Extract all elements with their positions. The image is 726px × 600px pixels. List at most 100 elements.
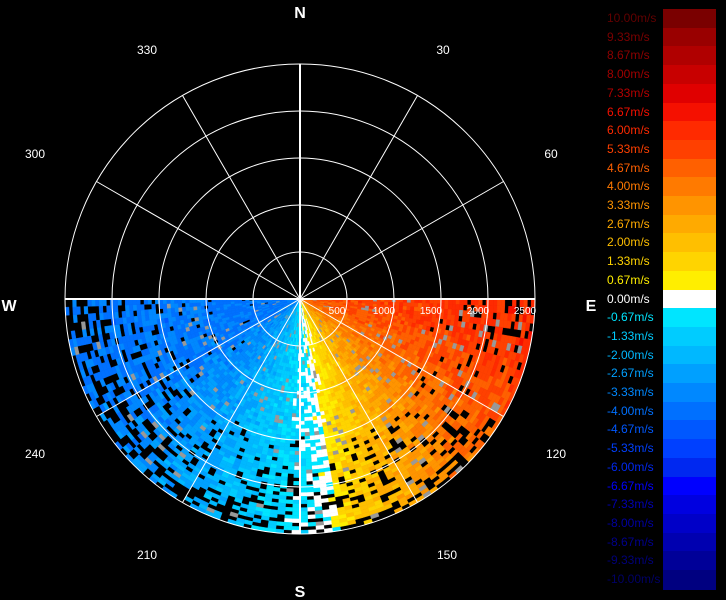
- velocity-cell: [395, 302, 400, 307]
- velocity-cell: [414, 302, 419, 308]
- velocity-cell: [283, 453, 290, 459]
- velocity-cell: [310, 450, 317, 455]
- velocity-cell: [308, 420, 314, 425]
- velocity-cell: [290, 428, 296, 433]
- velocity-cell: [299, 499, 308, 505]
- velocity-cell: [188, 302, 194, 307]
- velocity-cell: [76, 306, 81, 315]
- velocity-cell: [306, 476, 313, 482]
- velocity-cell: [241, 300, 246, 304]
- velocity-cell: [185, 302, 190, 308]
- velocity-cell: [291, 413, 297, 418]
- velocity-cell: [506, 320, 512, 329]
- velocity-cell: [326, 489, 335, 495]
- velocity-cell: [273, 479, 282, 485]
- velocity-cell: [89, 350, 97, 359]
- velocity-cell: [284, 518, 293, 523]
- velocity-cell: [208, 308, 213, 313]
- polar-velocity-plot: NSW E3060120150210240300330500 1000 1500 200…: [1, 5, 596, 600]
- velocity-cell: [132, 304, 138, 311]
- velocity-cell: [283, 525, 293, 531]
- velocity-cell: [136, 309, 142, 317]
- velocity-cell: [307, 506, 316, 512]
- velocity-cell: [413, 306, 419, 312]
- velocity-cell: [303, 416, 309, 422]
- velocity-cell: [134, 321, 140, 329]
- velocity-cell: [257, 495, 266, 502]
- velocity-cell: [288, 405, 293, 410]
- velocity-cell: [181, 306, 187, 312]
- velocity-cell: [196, 309, 202, 314]
- velocity-cell: [87, 313, 93, 322]
- velocity-cell: [302, 375, 306, 381]
- velocity-cell: [301, 360, 305, 365]
- velocity-cell: [292, 401, 297, 407]
- velocity-cell: [249, 300, 254, 303]
- velocity-cell: [302, 386, 307, 392]
- velocity-cell: [147, 309, 153, 316]
- velocity-cell: [307, 521, 317, 527]
- velocity-cell: [181, 310, 187, 316]
- velocity-cell: [304, 371, 309, 377]
- velocity-cell: [238, 510, 248, 517]
- velocity-cell: [306, 394, 311, 399]
- velocity-cell: [185, 306, 190, 312]
- velocity-cell: [303, 398, 308, 403]
- velocity-cell: [231, 504, 241, 511]
- velocity-cell: [226, 303, 232, 307]
- velocity-cell: [306, 503, 315, 508]
- velocity-cell: [313, 487, 321, 493]
- velocity-cell: [310, 453, 317, 459]
- velocity-cell: [70, 330, 77, 340]
- velocity-cell: [299, 511, 308, 516]
- velocity-cell: [287, 416, 292, 422]
- velocity-cell: [291, 526, 301, 531]
- velocity-cell: [200, 302, 205, 307]
- velocity-cell: [288, 401, 294, 407]
- velocity-cell: [283, 412, 289, 418]
- velocity-cell: [307, 514, 316, 520]
- velocity-cell: [447, 303, 453, 310]
- velocity-cell: [292, 496, 301, 501]
- velocity-cell: [99, 312, 104, 321]
- velocity-cell: [269, 512, 278, 518]
- velocity-cell: [189, 306, 194, 311]
- velocity-cell: [96, 326, 103, 335]
- velocity-cell: [218, 301, 224, 305]
- velocity-cell: [305, 473, 313, 478]
- velocity-cell: [307, 405, 312, 410]
- velocity-cell: [292, 499, 301, 505]
- velocity-cell: [310, 457, 318, 463]
- velocity-cell: [302, 383, 307, 388]
- velocity-cell: [208, 499, 218, 507]
- velocity-cell: [127, 421, 136, 431]
- velocity-cell: [77, 361, 84, 371]
- velocity-cell: [310, 401, 316, 406]
- velocity-cell: [133, 445, 143, 455]
- velocity-cell: [305, 375, 309, 380]
- velocity-cell: [299, 488, 307, 493]
- velocity-cell: [299, 518, 309, 523]
- velocity-cell: [291, 416, 297, 422]
- velocity-cell: [215, 304, 220, 309]
- velocity-cell: [284, 442, 291, 448]
- velocity-cell: [315, 525, 325, 530]
- velocity-cell: [164, 469, 174, 478]
- velocity-cell: [285, 427, 292, 433]
- velocity-cell: [282, 416, 288, 421]
- velocity-cell: [497, 326, 504, 335]
- velocity-cell: [303, 409, 309, 414]
- velocity-cell: [292, 405, 297, 411]
- velocity-cell: [288, 461, 295, 467]
- velocity-cell: [283, 521, 293, 527]
- velocity-cell: [234, 300, 239, 304]
- velocity-cell: [304, 428, 310, 433]
- velocity-cell: [500, 305, 506, 314]
- velocity-cell: [140, 309, 146, 316]
- velocity-cell: [185, 310, 191, 316]
- velocity-cell: [283, 450, 290, 455]
- velocity-cell: [387, 301, 393, 306]
- velocity-cell: [454, 315, 460, 322]
- velocity-cell: [140, 304, 145, 311]
- velocity-cell: [207, 301, 213, 306]
